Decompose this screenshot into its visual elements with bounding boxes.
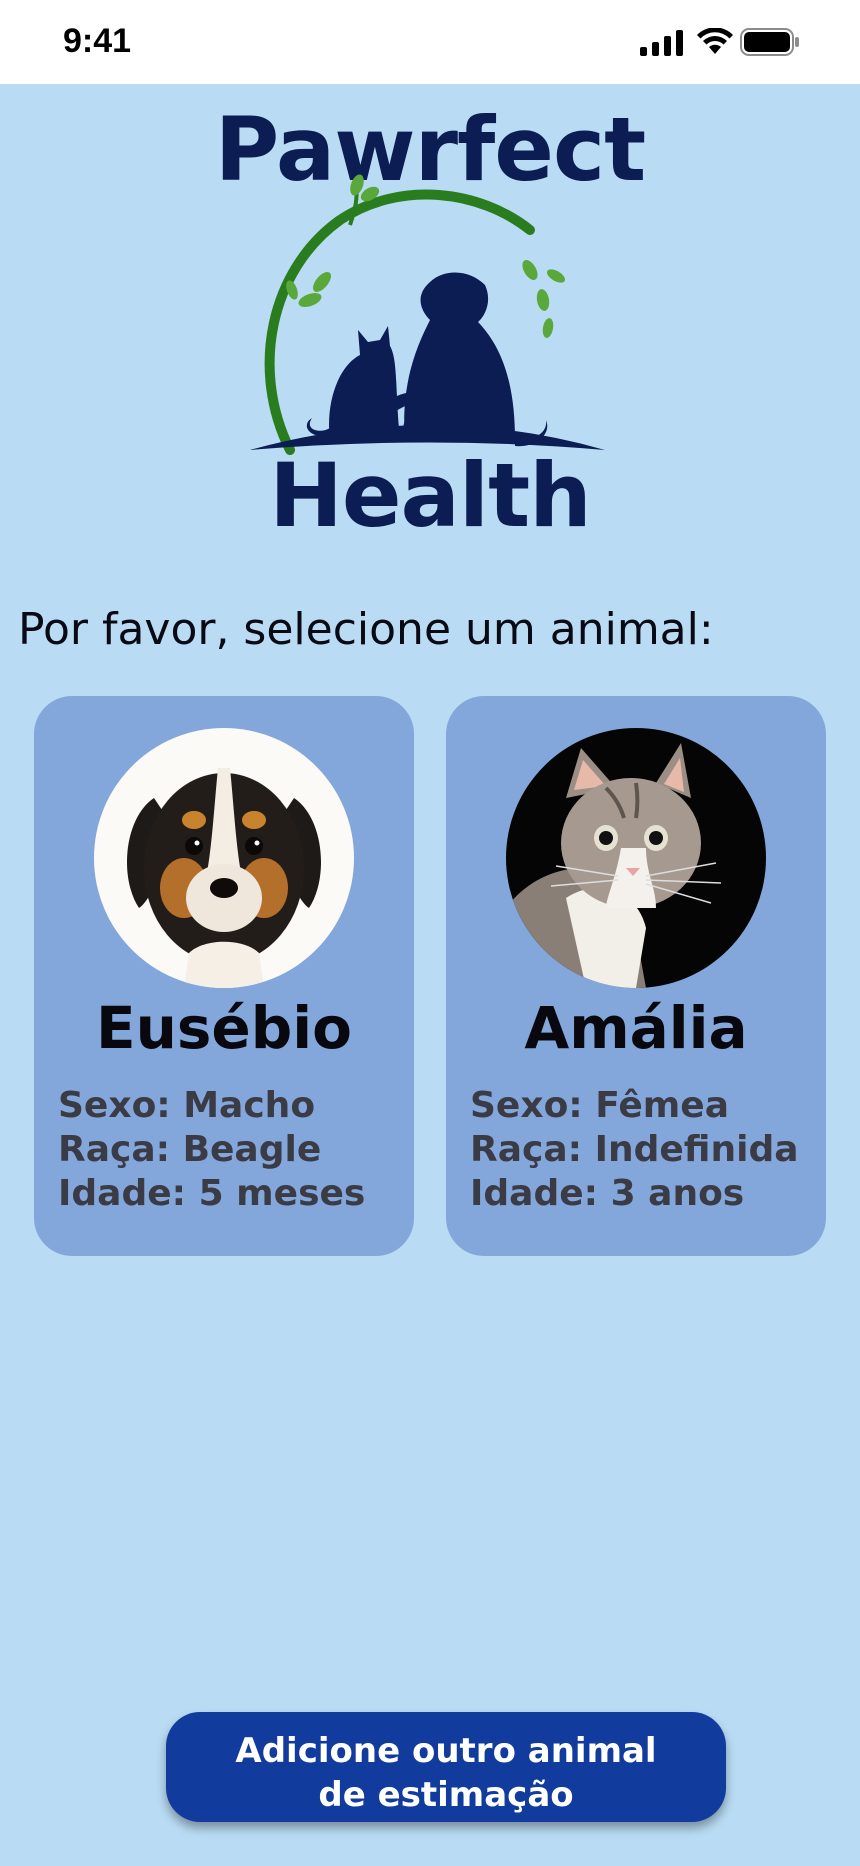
pet-photo (506, 728, 766, 988)
signal-icon (640, 30, 683, 56)
pets-tree-logo-icon (250, 174, 605, 455)
status-time: 9:41 (63, 22, 132, 60)
add-pet-button[interactable]: Adicione outro animal de estimação (166, 1712, 726, 1822)
add-pet-button-line2: de estimação (318, 1774, 574, 1815)
pet-breed: Raça: Indefinida (470, 1129, 799, 1170)
pet-photo (94, 728, 354, 988)
battery-icon (740, 28, 799, 56)
cat-photo-icon (506, 728, 766, 988)
wifi-icon (697, 28, 733, 54)
pet-info: Sexo: Macho Raça: Beagle Idade: 5 meses (58, 1084, 398, 1216)
pet-name: Eusébio (95, 994, 352, 1062)
logo-subtitle: Health (269, 444, 592, 547)
app-logo: Pawrfect Health (200, 92, 660, 547)
pet-age: Idade: 3 anos (470, 1173, 745, 1214)
pet-sex: Sexo: Macho (58, 1085, 316, 1126)
select-pet-prompt: Por favor, selecione um animal: (18, 604, 714, 655)
pet-sex: Sexo: Fêmea (470, 1085, 729, 1126)
pet-age: Idade: 5 meses (58, 1173, 366, 1214)
pet-name: Amália (524, 994, 748, 1062)
pet-breed: Raça: Beagle (58, 1129, 322, 1170)
add-pet-button-line1: Adicione outro animal (235, 1730, 657, 1771)
pet-card-amalia[interactable]: Amália Sexo: Fêmea Raça: Indefinida Idad… (446, 696, 826, 1256)
puppy-photo-icon (94, 728, 354, 988)
pet-info: Sexo: Fêmea Raça: Indefinida Idade: 3 an… (470, 1084, 810, 1216)
status-bar: 9:41 (0, 0, 860, 84)
pet-card-eusebio[interactable]: Eusébio Sexo: Macho Raça: Beagle Idade: … (34, 696, 414, 1256)
